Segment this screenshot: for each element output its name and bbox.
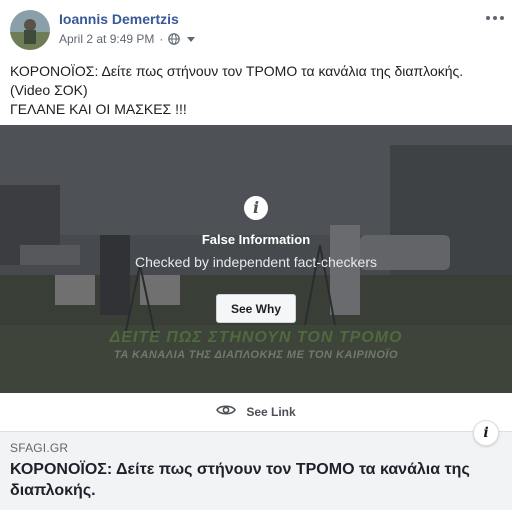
author-name[interactable]: Ioannis Demertzis <box>59 11 179 27</box>
link-title[interactable]: ΚΟΡΟΝΟΪΟΣ: Δείτε πως στήνουν τον ΤΡΟΜΟ τ… <box>10 459 480 501</box>
meta-separator: · <box>159 32 164 46</box>
author-avatar[interactable] <box>10 10 50 50</box>
eye-icon <box>216 403 237 422</box>
video-media[interactable]: i False Information Checked by independe… <box>0 125 512 393</box>
see-link-label: See Link <box>246 405 296 419</box>
warning-subtitle: Checked by independent fact-checkers <box>134 254 378 270</box>
video-banner-line2: ΤΑ ΚΑΝΑΛΙΑ ΤΗΣ ΔΙΑΠΛΟΚΗΣ ΜΕ ΤΟΝ ΚΑΙΡΙΝΟΪ… <box>113 349 399 361</box>
context-info-button[interactable]: i <box>473 420 499 446</box>
globe-icon[interactable] <box>168 33 181 45</box>
warning-title: False Information <box>201 232 311 247</box>
link-domain: SFAGI.GR <box>10 441 69 455</box>
see-link-button[interactable]: See Link <box>0 393 512 431</box>
privacy-dropdown-icon[interactable] <box>187 37 196 42</box>
facebook-post: Ioannis Demertzis April 2 at 9:49 PM · Κ… <box>0 0 512 510</box>
post-timestamp[interactable]: April 2 at 9:49 PM <box>59 32 154 46</box>
post-text: ΚΟΡΟΝΟΪΟΣ: Δείτε πως στήνουν τον ΤΡΟΜΟ τ… <box>10 62 502 119</box>
post-text-line: ΓΕΛΑΝΕ ΚΑΙ ΟΙ ΜΑΣΚΕΣ !!! <box>10 101 187 117</box>
video-banner-line1: ΔΕΙΤΕ ΠΩΣ ΣΤΗΝΟΥΝ ΤΟΝ ΤΡΟΜΟ <box>109 329 403 346</box>
link-preview[interactable]: SFAGI.GR ΚΟΡΟΝΟΪΟΣ: Δείτε πως στήνουν το… <box>0 431 512 510</box>
see-why-button[interactable]: See Why <box>216 294 296 323</box>
post-text-line: (Video ΣΟΚ) <box>10 82 88 98</box>
more-options-icon[interactable] <box>486 14 504 22</box>
post-text-line: ΚΟΡΟΝΟΪΟΣ: Δείτε πως στήνουν τον ΤΡΟΜΟ τ… <box>10 63 464 79</box>
info-icon: i <box>244 196 268 220</box>
post-meta: April 2 at 9:49 PM · <box>59 32 196 46</box>
info-icon: i <box>483 425 489 441</box>
